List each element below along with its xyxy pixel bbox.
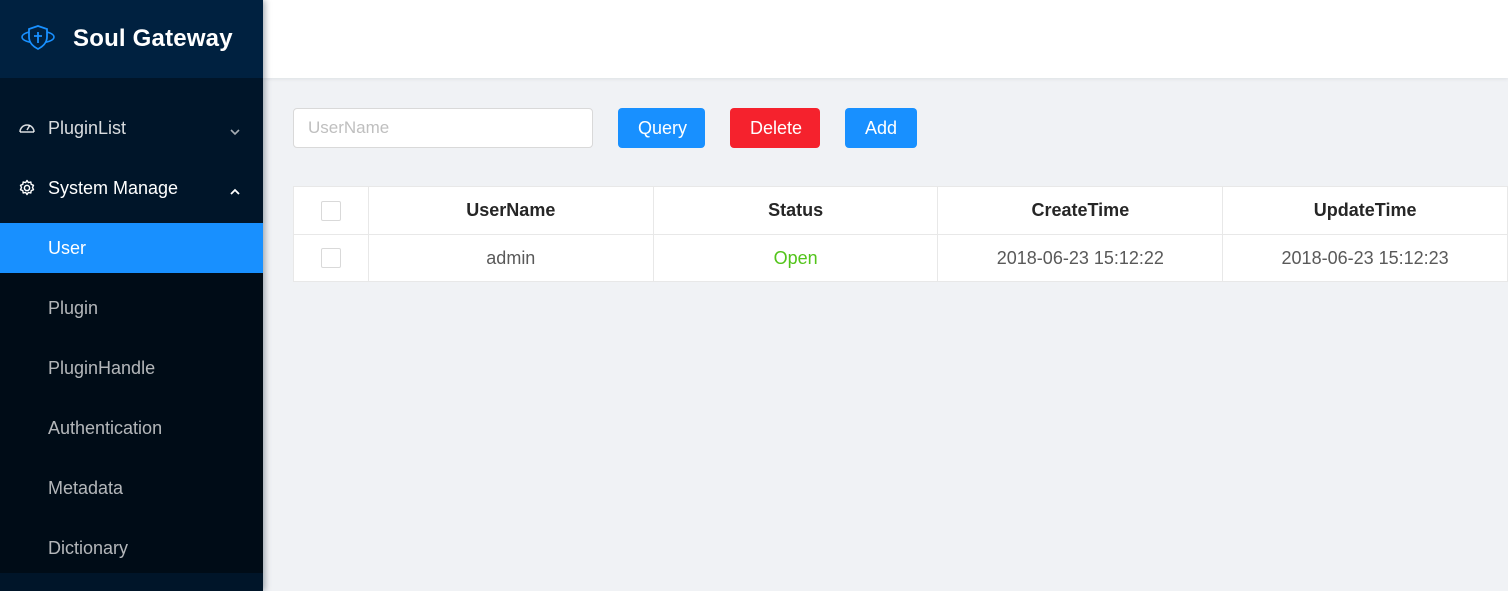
sidebar-item-user[interactable]: User <box>0 223 263 273</box>
toolbar: Query Delete Add <box>293 108 1508 148</box>
chevron-down-icon <box>229 122 241 136</box>
shield-logo-icon <box>20 22 56 57</box>
logo[interactable]: Soul Gateway <box>0 0 263 78</box>
brand-title: Soul Gateway <box>73 25 233 52</box>
sidebar-menu: PluginList System Manage User Plugin Plu… <box>0 78 263 573</box>
dashboard-icon <box>18 119 36 137</box>
main-content: Query Delete Add UserName Status CreateT… <box>293 108 1508 282</box>
select-all-checkbox[interactable] <box>320 200 341 221</box>
menu-system-manage[interactable]: System Manage <box>0 158 263 218</box>
column-header-status[interactable]: Status <box>654 187 939 234</box>
cell-status: Open <box>654 235 939 281</box>
menu-pluginlist[interactable]: PluginList <box>0 98 263 158</box>
menu-label: PluginList <box>48 117 127 138</box>
query-button[interactable]: Query <box>618 108 705 148</box>
column-header-updatetime[interactable]: UpdateTime <box>1223 187 1508 234</box>
table-header-row: UserName Status CreateTime UpdateTime <box>294 187 1508 234</box>
cell-updatetime: 2018-06-23 15:12:23 <box>1223 235 1508 281</box>
gear-icon <box>18 179 36 197</box>
sidebar-item-plugin[interactable]: Plugin <box>0 283 263 333</box>
sidebar-item-authentication[interactable]: Authentication <box>0 403 263 453</box>
user-table: UserName Status CreateTime UpdateTime ad… <box>293 186 1508 282</box>
sidebar-item-metadata[interactable]: Metadata <box>0 463 263 513</box>
column-header-username[interactable]: UserName <box>369 187 654 234</box>
row-select-cell <box>294 235 369 281</box>
sidebar: Soul Gateway PluginList System Manage Us… <box>0 0 263 591</box>
column-header-createtime[interactable]: CreateTime <box>938 187 1224 234</box>
table-row[interactable]: admin Open 2018-06-23 15:12:22 2018-06-2… <box>294 234 1508 281</box>
menu-label: System Manage <box>48 177 179 198</box>
add-button[interactable]: Add <box>845 108 917 148</box>
cell-createtime: 2018-06-23 15:12:22 <box>938 235 1224 281</box>
chevron-up-icon <box>229 182 241 195</box>
username-search-input[interactable] <box>293 108 593 148</box>
system-manage-submenu: User Plugin PluginHandle Authentication … <box>0 223 263 573</box>
sidebar-item-pluginhandle[interactable]: PluginHandle <box>0 343 263 393</box>
delete-button[interactable]: Delete <box>730 108 820 148</box>
row-checkbox[interactable] <box>320 248 341 268</box>
top-header <box>263 0 1508 78</box>
select-all-cell <box>294 187 369 234</box>
sidebar-item-dictionary[interactable]: Dictionary <box>0 523 263 573</box>
cell-username: admin <box>369 235 654 281</box>
